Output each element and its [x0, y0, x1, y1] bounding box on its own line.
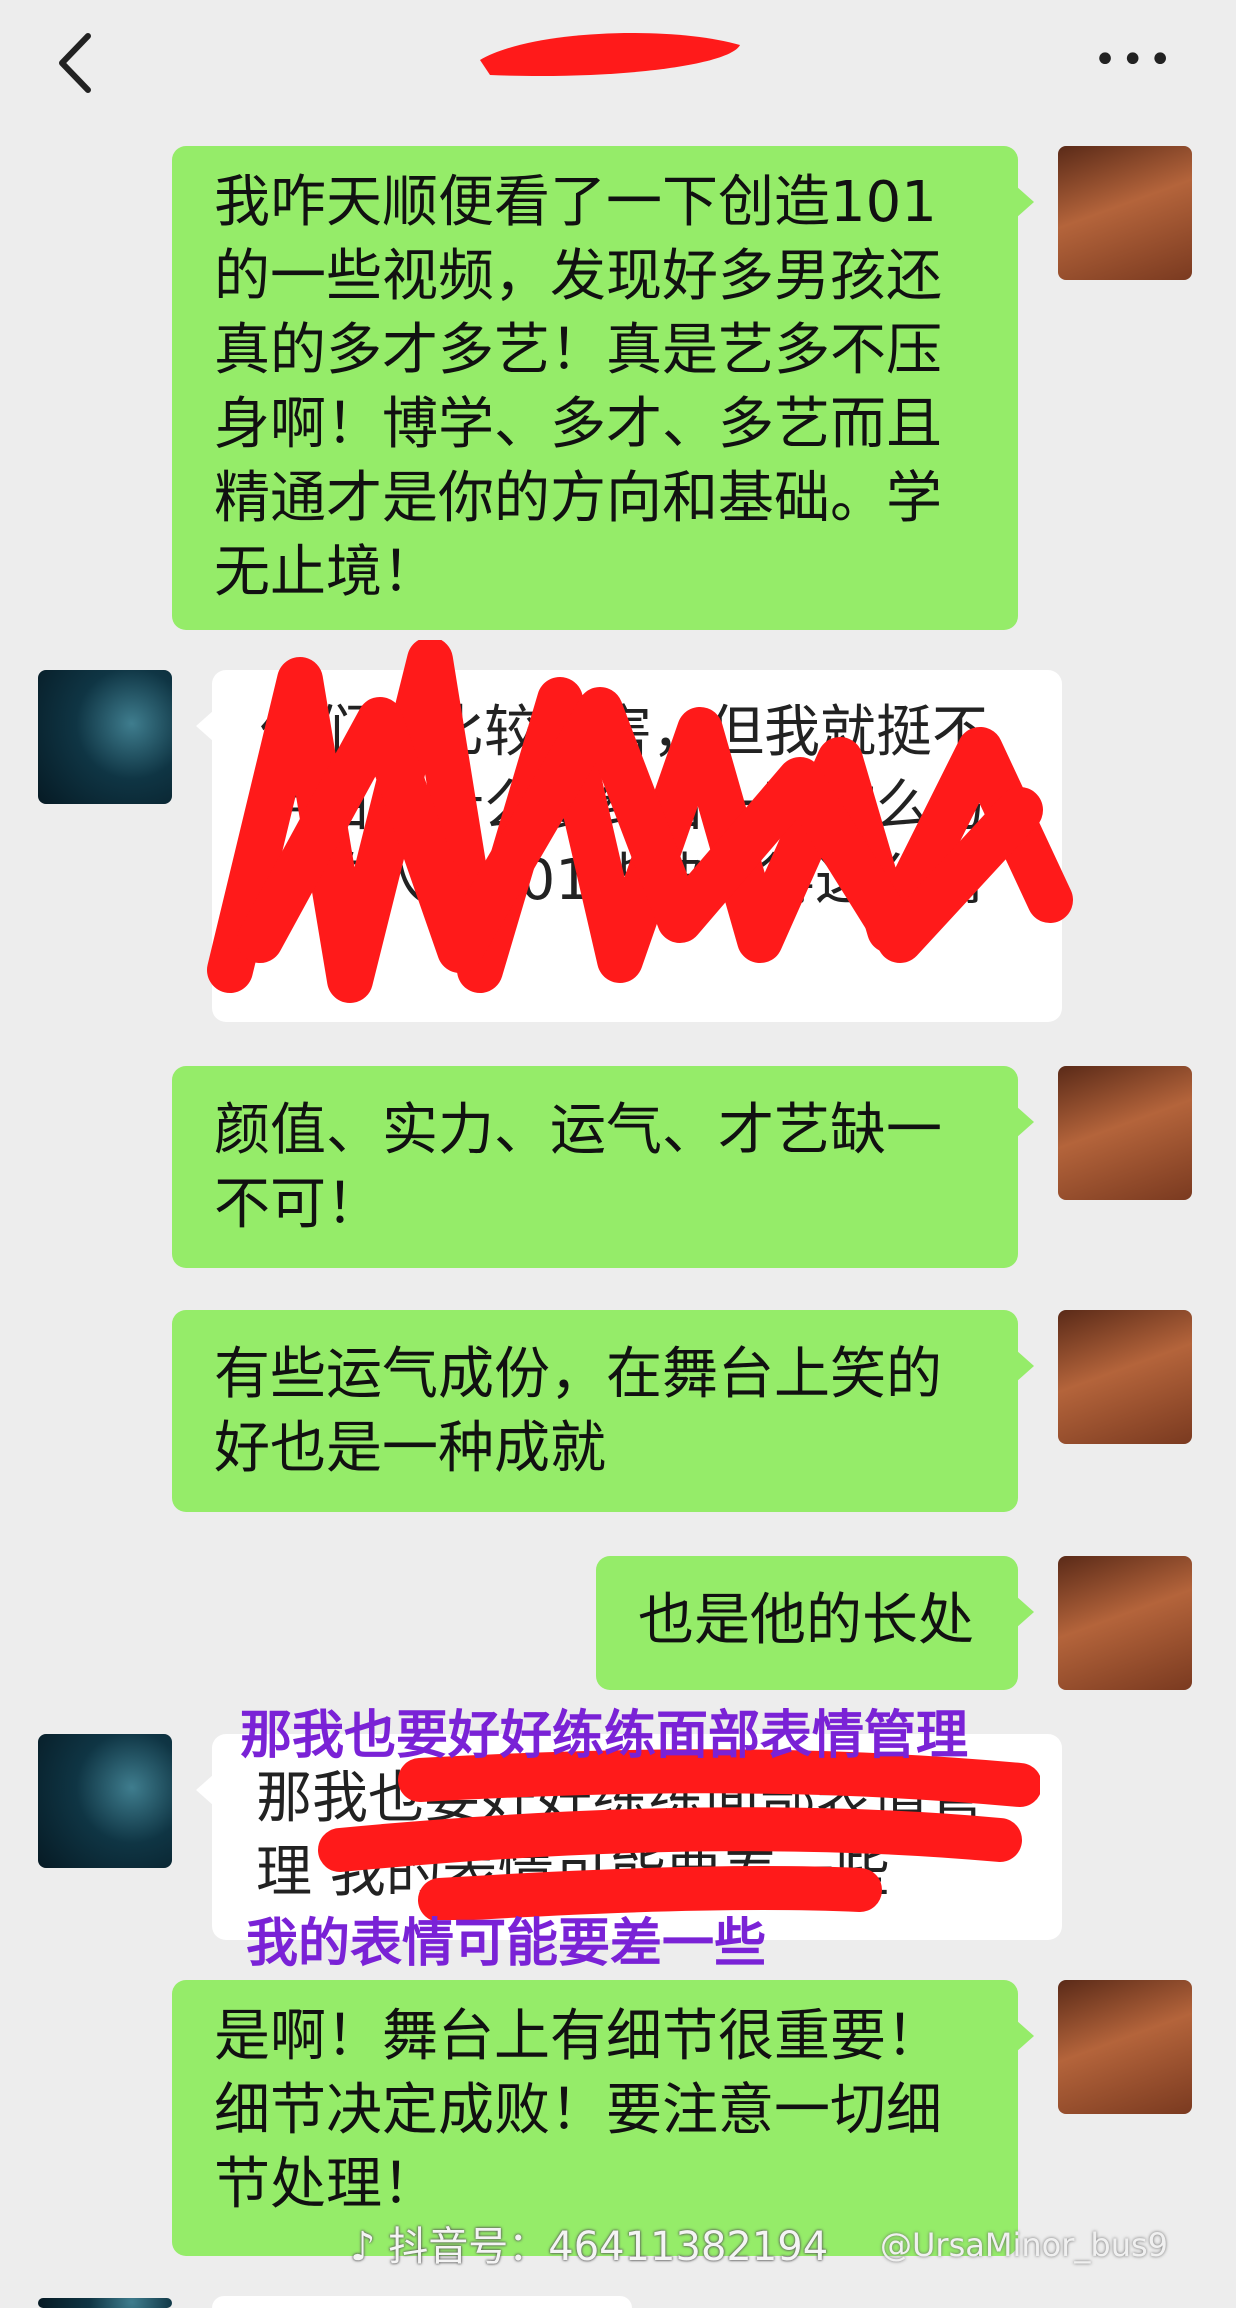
red-scribble-redaction	[207, 640, 1073, 1003]
message-bubble-received	[212, 2296, 632, 2308]
contact-avatar[interactable]	[38, 2298, 172, 2308]
more-options-icon[interactable]: •••	[1093, 40, 1176, 80]
message-bubble-sent: 颜值、实力、运气、才艺缺一不可！	[172, 1066, 1034, 1268]
message-bubble-sent: 我咋天顺便看了一下创造101的一些视频，发现好多男孩还真的多才多艺！真是艺多不压…	[172, 146, 1034, 630]
my-avatar[interactable]	[1058, 1980, 1192, 2114]
message-bubble-sent: 有些运气成份，在舞台上笑的好也是一种成就	[172, 1310, 1034, 1512]
my-avatar[interactable]	[1058, 1310, 1192, 1444]
caption-overlay-line2: 我的表情可能要差一些	[246, 1914, 767, 1974]
douyin-watermark: ♪ 抖音号：46411382194	[350, 2224, 829, 2270]
message-text: 有些运气成份，在舞台上笑的好也是一种成就	[214, 1342, 942, 1481]
contact-avatar[interactable]	[38, 670, 172, 804]
message-text: 我咋天顺便看了一下创造101的一些视频，发现好多男孩还真的多才多艺！真是艺多不压…	[214, 170, 942, 605]
back-chevron-icon[interactable]	[48, 28, 108, 98]
message-text: 是啊！舞台上有细节很重要！细节决定成败！要注意一切细节处理！	[214, 2004, 942, 2217]
message-text: 也是他的长处	[638, 1588, 974, 1653]
my-avatar[interactable]	[1058, 1556, 1192, 1690]
caption-overlay-line1: 那我也要好好练练面部表情管理	[240, 1706, 969, 1766]
tiktok-logo-icon: ♪	[350, 2224, 389, 2270]
my-avatar[interactable]	[1058, 146, 1192, 280]
message-text: 颜值、实力、运气、才艺缺一不可！	[214, 1098, 942, 1237]
redacted-contact-name	[480, 33, 740, 76]
red-scribble-redaction	[318, 1749, 1040, 1920]
message-bubble-sent: 也是他的长处	[596, 1556, 1034, 1690]
weibo-watermark: @UrsaMinor_bus9	[880, 2226, 1168, 2264]
chat-header: •••	[0, 0, 1236, 140]
contact-avatar[interactable]	[38, 1734, 172, 1868]
my-avatar[interactable]	[1058, 1066, 1192, 1200]
